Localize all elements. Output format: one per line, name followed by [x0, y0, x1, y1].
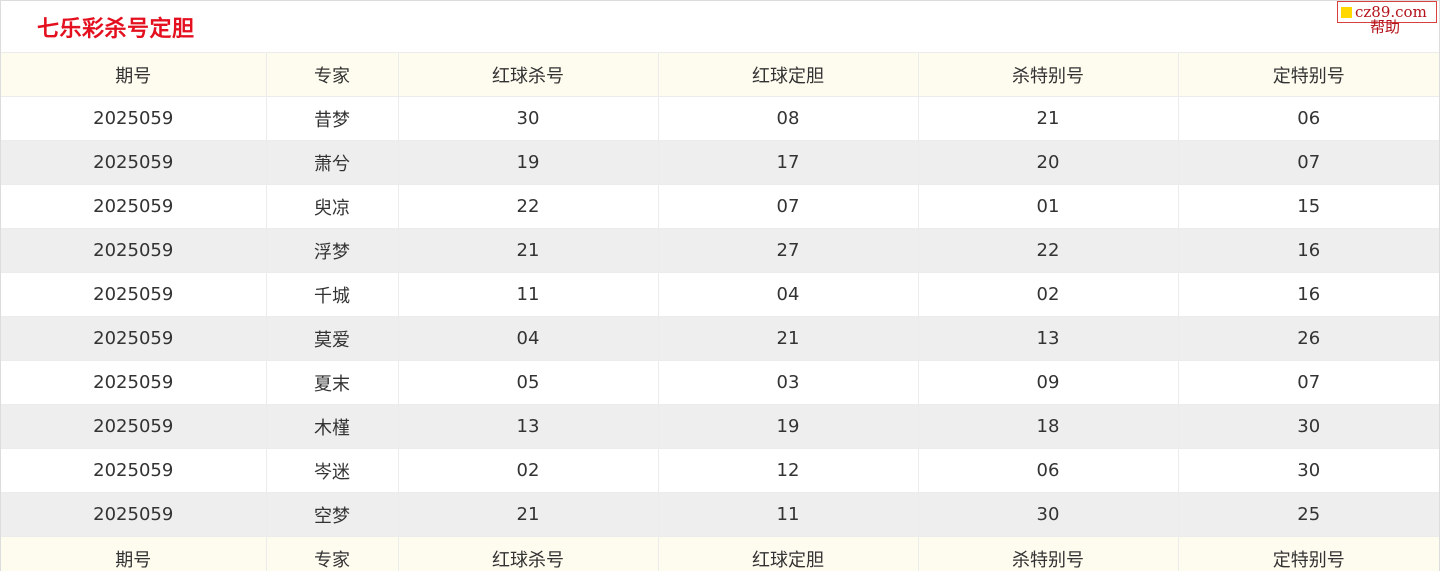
table-row: 2025059 岑迷 02 12 06 30: [1, 448, 1439, 493]
col-footer-special-kill: 杀特别号: [918, 536, 1179, 571]
table-row: 2025059 夏末 05 03 09 07: [1, 360, 1439, 405]
table-row: 2025059 昔梦 30 08 21 06: [1, 96, 1439, 141]
cell-red-kill: 30: [398, 96, 659, 141]
table-header: 期号 专家 红球杀号 红球定胆 杀特别号 定特别号: [1, 52, 1439, 97]
cell-special-kill: 21: [918, 96, 1179, 141]
cell-expert: 莫爱: [266, 316, 399, 361]
footer-row: 期号 专家 红球杀号 红球定胆 杀特别号 定特别号: [1, 536, 1439, 571]
cell-issue: 2025059: [1, 272, 267, 317]
cell-expert: 臾凉: [266, 184, 399, 229]
cell-special-fix: 25: [1178, 492, 1439, 537]
header-row: 期号 专家 红球杀号 红球定胆 杀特别号 定特别号: [1, 52, 1439, 97]
cell-red-fix: 08: [658, 96, 919, 141]
cell-special-fix: 30: [1178, 404, 1439, 449]
col-footer-red-kill: 红球杀号: [398, 536, 659, 571]
cell-special-fix: 16: [1178, 272, 1439, 317]
cell-red-fix: 19: [658, 404, 919, 449]
cell-red-kill: 21: [398, 492, 659, 537]
cell-issue: 2025059: [1, 492, 267, 537]
col-header-special-kill: 杀特别号: [918, 52, 1179, 97]
cell-red-kill: 19: [398, 140, 659, 185]
col-footer-issue: 期号: [1, 536, 267, 571]
col-footer-expert: 专家: [266, 536, 399, 571]
cell-red-kill: 22: [398, 184, 659, 229]
cell-special-fix: 16: [1178, 228, 1439, 273]
cell-expert: 夏末: [266, 360, 399, 405]
cell-expert: 岑迷: [266, 448, 399, 493]
title-bar: 七乐彩杀号定胆 cz89.com 帮助: [1, 1, 1439, 52]
cell-red-fix: 12: [658, 448, 919, 493]
cell-issue: 2025059: [1, 184, 267, 229]
table-row: 2025059 莫爱 04 21 13 26: [1, 316, 1439, 361]
cell-expert: 萧兮: [266, 140, 399, 185]
cell-special-fix: 07: [1178, 140, 1439, 185]
cell-expert: 木槿: [266, 404, 399, 449]
table-row: 2025059 木槿 13 19 18 30: [1, 404, 1439, 449]
cell-red-fix: 03: [658, 360, 919, 405]
cell-special-kill: 22: [918, 228, 1179, 273]
help-link[interactable]: 帮助: [1370, 18, 1400, 36]
cell-special-fix: 15: [1178, 184, 1439, 229]
table-body: 2025059 昔梦 30 08 21 06 2025059 萧兮 19 17 20 07 202505…: [1, 96, 1439, 537]
cell-special-kill: 18: [918, 404, 1179, 449]
cell-special-kill: 01: [918, 184, 1179, 229]
table-row: 2025059 空梦 21 11 30 25: [1, 492, 1439, 537]
table-footer: 期号 专家 红球杀号 红球定胆 杀特别号 定特别号: [1, 536, 1439, 571]
cell-issue: 2025059: [1, 360, 267, 405]
cell-special-kill: 20: [918, 140, 1179, 185]
brand-square-icon: [1341, 6, 1352, 18]
cell-issue: 2025059: [1, 140, 267, 185]
cell-red-kill: 04: [398, 316, 659, 361]
cell-expert: 浮梦: [266, 228, 399, 273]
col-header-expert: 专家: [266, 52, 399, 97]
col-header-red-fix: 红球定胆: [658, 52, 919, 97]
cell-red-fix: 04: [658, 272, 919, 317]
cell-special-fix: 30: [1178, 448, 1439, 493]
cell-issue: 2025059: [1, 404, 267, 449]
cell-red-fix: 21: [658, 316, 919, 361]
cell-issue: 2025059: [1, 96, 267, 141]
col-footer-special-fix: 定特别号: [1272, 549, 1345, 571]
cell-special-fix: 06: [1178, 96, 1439, 141]
cell-red-fix: 27: [658, 228, 919, 273]
col-header-special-fix: 定特别号: [1178, 52, 1439, 97]
col-footer-red-fix: 红球定胆: [658, 536, 919, 571]
cell-expert: 空梦: [266, 492, 399, 537]
cell-expert: 昔梦: [266, 96, 399, 141]
cell-red-kill: 21: [398, 228, 659, 273]
cell-expert: 千城: [266, 272, 399, 317]
cell-special-kill: 06: [918, 448, 1179, 493]
cell-red-fix: 07: [658, 184, 919, 229]
table-row: 2025059 臾凉 22 07 01 15: [1, 184, 1439, 229]
cell-special-kill: 02: [918, 272, 1179, 317]
cell-red-fix: 17: [658, 140, 919, 185]
cell-red-kill: 11: [398, 272, 659, 317]
table-row: 2025059 萧兮 19 17 20 07: [1, 140, 1439, 185]
col-header-issue: 期号: [1, 52, 267, 97]
cell-issue: 2025059: [1, 316, 267, 361]
cell-red-kill: 05: [398, 360, 659, 405]
cell-red-kill: 02: [398, 448, 659, 493]
cell-issue: 2025059: [1, 228, 267, 273]
cell-red-fix: 11: [658, 492, 919, 537]
col-header-red-kill: 红球杀号: [398, 52, 659, 97]
table-row: 2025059 千城 11 04 02 16: [1, 272, 1439, 317]
page-frame: 七乐彩杀号定胆 cz89.com 帮助 期号 专家 红球杀号 红球定胆 杀特别号…: [0, 0, 1440, 571]
cell-special-fix: 07: [1178, 360, 1439, 405]
cell-special-kill: 30: [918, 492, 1179, 537]
cell-special-kill: 13: [918, 316, 1179, 361]
table-row: 2025059 浮梦 21 27 22 16: [1, 228, 1439, 273]
cell-special-kill: 09: [918, 360, 1179, 405]
cell-red-kill: 13: [398, 404, 659, 449]
page-title: 七乐彩杀号定胆: [37, 17, 195, 42]
data-table: 期号 专家 红球杀号 红球定胆 杀特别号 定特别号 2025059 昔梦 30 08 2…: [1, 52, 1439, 571]
cell-special-fix: 26: [1178, 316, 1439, 361]
cell-issue: 2025059: [1, 448, 267, 493]
